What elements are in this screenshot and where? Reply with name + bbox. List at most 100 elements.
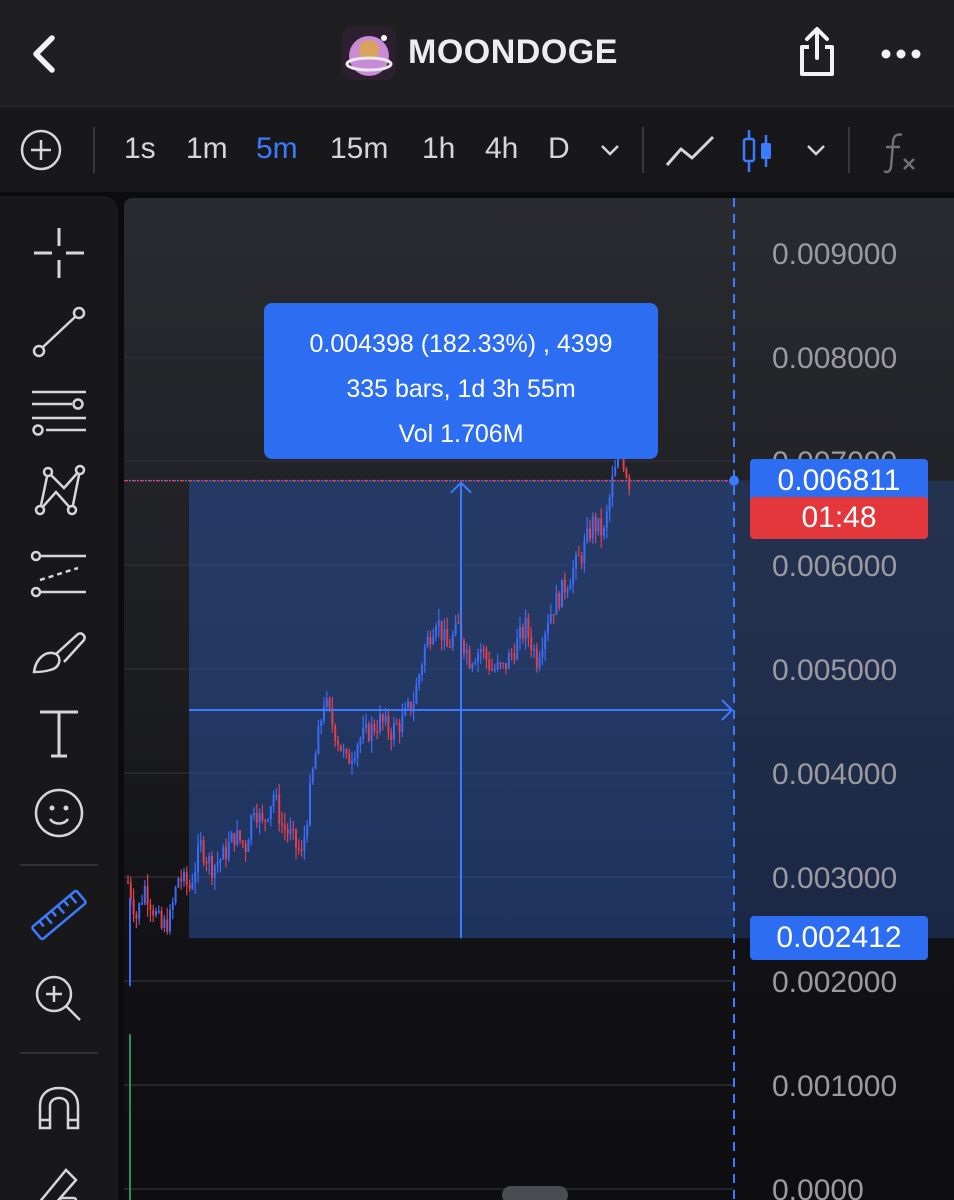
candle-body — [356, 745, 359, 758]
timeframe-1m[interactable]: 1m — [186, 132, 228, 166]
y-axis-label: 0.006000 — [772, 550, 897, 583]
candle-body — [177, 878, 180, 888]
ruler-icon[interactable] — [26, 882, 92, 948]
zoom-in-icon[interactable] — [26, 966, 92, 1032]
candle-body — [519, 627, 521, 639]
timeframe-5m[interactable]: 5m — [256, 132, 298, 166]
candle-body — [166, 919, 169, 932]
timeframe-1s[interactable]: 1s — [124, 132, 156, 166]
candle-body — [533, 648, 535, 651]
candle-body — [583, 540, 586, 564]
candle-body — [241, 840, 244, 844]
candle-body — [289, 828, 292, 834]
emoji-icon[interactable] — [26, 780, 92, 846]
add-circle-icon[interactable] — [18, 127, 64, 173]
candle-body — [169, 909, 171, 932]
candle-body — [345, 749, 348, 754]
candle-body — [608, 497, 611, 512]
candle-body — [225, 847, 227, 859]
candle-body — [286, 829, 289, 834]
fx-icon[interactable] — [880, 129, 920, 175]
candle-body — [477, 652, 479, 663]
crosshair-icon[interactable] — [26, 220, 92, 286]
candle-body — [541, 649, 544, 658]
more-icon[interactable] — [876, 34, 926, 74]
candle-body — [552, 614, 555, 616]
candle-body — [379, 714, 381, 732]
candle-body — [157, 910, 160, 913]
candle-body — [309, 782, 311, 825]
lock-pencil-icon[interactable] — [26, 1154, 92, 1200]
candle-body — [227, 842, 230, 859]
toolbar-divider — [642, 127, 644, 173]
candle-body — [474, 662, 477, 665]
magnet-icon[interactable] — [26, 1076, 92, 1142]
text-icon[interactable] — [26, 700, 92, 766]
candle-body — [216, 862, 219, 866]
candlestick-icon[interactable] — [740, 127, 776, 175]
candle-body — [247, 840, 250, 852]
candle-body — [311, 768, 314, 783]
candle-body — [524, 618, 527, 639]
chevron-down-icon[interactable] — [596, 137, 624, 163]
candle-body — [334, 725, 337, 741]
y-axis-label: 0.005000 — [772, 654, 897, 687]
candle-body — [479, 649, 482, 653]
chevron-down-icon[interactable] — [802, 137, 830, 163]
scroll-handle[interactable] — [502, 1186, 568, 1200]
candle-body — [353, 757, 356, 761]
candle-body — [435, 626, 437, 637]
candle-body — [586, 528, 589, 541]
pattern-icon[interactable] — [26, 458, 92, 524]
candle-body — [342, 749, 345, 751]
brush-icon[interactable] — [26, 620, 92, 686]
candle-body — [362, 727, 365, 740]
candle-body — [463, 641, 465, 654]
line-chart-icon[interactable] — [664, 131, 716, 171]
timeframe-d[interactable]: D — [548, 132, 570, 166]
candle-body — [250, 815, 253, 841]
measure-volume: Vol 1.706M — [398, 420, 524, 448]
candle-body — [370, 723, 373, 741]
candle-body — [205, 861, 208, 864]
candle-body — [152, 909, 155, 916]
candle-body — [471, 664, 474, 668]
y-axis-label: 0.008000 — [772, 342, 897, 375]
candle-body — [496, 662, 499, 670]
candle-body — [323, 706, 325, 721]
back-arrow-icon[interactable] — [22, 28, 72, 78]
forecast-icon[interactable] — [26, 538, 92, 604]
timeframe-15m[interactable]: 15m — [330, 132, 388, 166]
trend-line-icon[interactable] — [26, 300, 92, 366]
candle-body — [314, 754, 317, 769]
drawing-toolbar — [0, 196, 118, 1200]
candle-body — [297, 847, 300, 850]
candle-body — [269, 806, 272, 819]
candle-body — [404, 707, 407, 716]
candle-body — [253, 813, 255, 816]
candle-body — [390, 732, 393, 741]
candle-body — [429, 636, 432, 645]
horizontal-lines-icon[interactable] — [26, 378, 92, 444]
candle-body — [555, 592, 558, 615]
timeframe-4h[interactable]: 4h — [485, 132, 518, 166]
timeframe-1h[interactable]: 1h — [422, 132, 455, 166]
candle-body — [199, 840, 202, 846]
candle-body — [138, 903, 141, 919]
candle-body — [239, 830, 241, 841]
candle-body — [320, 720, 323, 727]
candle-body — [143, 886, 146, 904]
candle-body — [440, 620, 443, 641]
candle-body — [373, 723, 376, 732]
share-icon[interactable] — [792, 24, 842, 80]
candle-body — [488, 659, 491, 670]
candle-body — [264, 820, 267, 822]
candle-body — [163, 919, 166, 928]
candle-body — [174, 887, 177, 903]
candle-body — [485, 649, 488, 660]
candle-body — [171, 902, 174, 910]
candle-body — [135, 914, 138, 919]
candle-body — [219, 859, 222, 863]
token-avatar — [342, 26, 396, 80]
candle-body — [575, 554, 577, 569]
